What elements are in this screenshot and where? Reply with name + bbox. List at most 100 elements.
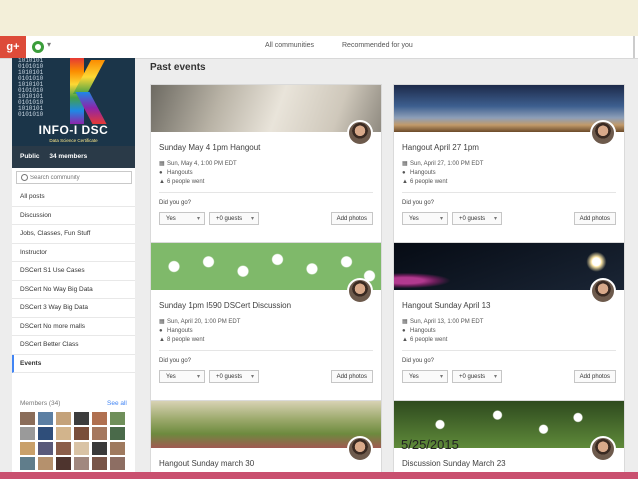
nav-item-all-posts[interactable]: All posts bbox=[12, 188, 135, 207]
event-attendance-text: 6 people went bbox=[410, 337, 448, 343]
divider bbox=[159, 350, 373, 351]
avatar[interactable] bbox=[56, 442, 71, 455]
event-title[interactable]: Sunday May 4 1pm Hangout bbox=[159, 143, 260, 152]
see-all-link[interactable]: See all bbox=[107, 400, 127, 407]
event-card[interactable]: Hangout Sunday march 30 bbox=[150, 400, 382, 472]
person-icon: ▲ bbox=[402, 179, 408, 185]
organizer-avatar[interactable] bbox=[590, 120, 616, 146]
communities-icon[interactable] bbox=[32, 41, 44, 53]
event-card[interactable]: Discussion Sunday March 23 bbox=[393, 400, 625, 472]
avatar[interactable] bbox=[56, 412, 71, 425]
rsvp-dropdown[interactable]: Yes ▾ bbox=[159, 212, 205, 225]
rsvp-value: Yes bbox=[166, 216, 176, 222]
avatar[interactable] bbox=[38, 427, 53, 440]
add-photos-button[interactable]: Add photos bbox=[330, 370, 373, 383]
event-title[interactable]: Sunday 1pm I590 DSCert Discussion bbox=[159, 301, 291, 310]
event-date-text: Sun, April 27, 1:00 PM EDT bbox=[410, 161, 484, 167]
avatar[interactable] bbox=[38, 457, 53, 470]
avatar[interactable] bbox=[38, 442, 53, 455]
nav-item-instructor[interactable]: Instructor bbox=[12, 244, 135, 262]
avatar[interactable] bbox=[74, 457, 89, 470]
chevron-down-icon: ▾ bbox=[250, 374, 254, 380]
avatar[interactable] bbox=[110, 427, 125, 440]
organizer-avatar[interactable] bbox=[347, 278, 373, 304]
attendance-question: Did you go? bbox=[159, 358, 192, 364]
search-input[interactable] bbox=[30, 172, 125, 183]
search-box[interactable] bbox=[16, 171, 132, 184]
event-attendance: ▲ 6 people went bbox=[402, 178, 447, 187]
community-subtitle: Data Science Certificate bbox=[49, 138, 98, 143]
member-avatars bbox=[20, 412, 128, 472]
avatar[interactable] bbox=[110, 457, 125, 470]
event-title[interactable]: Discussion Sunday March 23 bbox=[402, 459, 506, 468]
chevron-down-icon: ▾ bbox=[250, 216, 254, 222]
organizer-avatar[interactable] bbox=[347, 120, 373, 146]
community-meta: Public 34 members bbox=[12, 146, 135, 168]
rsvp-value: Yes bbox=[409, 216, 419, 222]
add-photos-button[interactable]: Add photos bbox=[573, 212, 616, 225]
all-communities-link[interactable]: All communities bbox=[265, 42, 314, 49]
avatar[interactable] bbox=[38, 412, 53, 425]
nav-item-discussion[interactable]: Discussion bbox=[12, 207, 135, 225]
chevron-down-icon: ▾ bbox=[439, 216, 443, 222]
divider bbox=[633, 36, 635, 58]
avatar[interactable] bbox=[20, 427, 35, 440]
guests-dropdown[interactable]: +0 guests ▾ bbox=[209, 212, 259, 225]
rsvp-dropdown[interactable]: Yes ▾ bbox=[402, 370, 448, 383]
slide-footer-bar bbox=[0, 472, 638, 479]
avatar[interactable] bbox=[56, 427, 71, 440]
guests-dropdown[interactable]: +0 guests ▾ bbox=[209, 370, 259, 383]
event-date-text: Sun, May 4, 1:00 PM EDT bbox=[167, 161, 237, 167]
add-photos-button[interactable]: Add photos bbox=[330, 212, 373, 225]
chevron-down-icon[interactable]: ▾ bbox=[47, 40, 51, 49]
avatar[interactable] bbox=[56, 457, 71, 470]
recommended-link[interactable]: Recommended for you bbox=[342, 42, 413, 49]
google-plus-logo[interactable]: g+ bbox=[0, 36, 26, 58]
divider bbox=[402, 350, 616, 351]
avatar[interactable] bbox=[92, 457, 107, 470]
organizer-avatar[interactable] bbox=[590, 436, 616, 462]
category-nav: All posts Discussion Jobs, Classes, Fun … bbox=[12, 188, 135, 373]
event-title[interactable]: Hangout Sunday April 13 bbox=[402, 301, 491, 310]
nav-item-no-way-big-data[interactable]: DSCert No Way Big Data bbox=[12, 281, 135, 299]
rsvp-dropdown[interactable]: Yes ▾ bbox=[402, 212, 448, 225]
location-pin-icon: ● bbox=[402, 170, 406, 176]
avatar[interactable] bbox=[92, 442, 107, 455]
event-photo bbox=[151, 243, 381, 290]
event-date-text: Sun, April 13, 1:00 PM EDT bbox=[410, 319, 484, 325]
event-card[interactable]: Hangout April 27 1pm ▦ Sun, April 27, 1:0… bbox=[393, 84, 625, 259]
event-date: ▦ Sun, May 4, 1:00 PM EDT bbox=[159, 160, 237, 169]
rsvp-dropdown[interactable]: Yes ▾ bbox=[159, 370, 205, 383]
avatar[interactable] bbox=[92, 427, 107, 440]
nav-item-no-more-malls[interactable]: DSCert No more malls bbox=[12, 318, 135, 336]
guests-dropdown[interactable]: +0 guests ▾ bbox=[452, 212, 502, 225]
member-count[interactable]: 34 members bbox=[49, 153, 87, 160]
nav-item-3-way-big-data[interactable]: DSCert 3 Way Big Data bbox=[12, 299, 135, 318]
add-photos-button[interactable]: Add photos bbox=[573, 370, 616, 383]
guests-dropdown[interactable]: +0 guests ▾ bbox=[452, 370, 502, 383]
avatar[interactable] bbox=[20, 412, 35, 425]
event-title[interactable]: Hangout Sunday march 30 bbox=[159, 459, 254, 468]
event-title[interactable]: Hangout April 27 1pm bbox=[402, 143, 479, 152]
community-banner: 1010101 0101010 1010101 0101010 1010101 … bbox=[12, 58, 135, 146]
avatar[interactable] bbox=[74, 427, 89, 440]
avatar[interactable] bbox=[74, 442, 89, 455]
avatar[interactable] bbox=[110, 442, 125, 455]
avatar[interactable] bbox=[92, 412, 107, 425]
avatar[interactable] bbox=[74, 412, 89, 425]
calendar-icon: ▦ bbox=[159, 161, 165, 167]
event-attendance: ▲ 8 people went bbox=[159, 336, 204, 345]
organizer-avatar[interactable] bbox=[590, 278, 616, 304]
avatar[interactable] bbox=[110, 412, 125, 425]
organizer-avatar[interactable] bbox=[347, 436, 373, 462]
avatar[interactable] bbox=[20, 457, 35, 470]
nav-item-use-cases[interactable]: DSCert S1 Use Cases bbox=[12, 262, 135, 281]
avatar[interactable] bbox=[20, 442, 35, 455]
nav-item-jobs[interactable]: Jobs, Classes, Fun Stuff bbox=[12, 225, 135, 244]
event-card[interactable]: Sunday May 4 1pm Hangout ▦ Sun, May 4, 1:… bbox=[150, 84, 382, 259]
nav-item-events[interactable]: Events bbox=[12, 354, 135, 373]
search-icon bbox=[21, 174, 28, 181]
event-card[interactable]: Hangout Sunday April 13 ▦ Sun, April 13, … bbox=[393, 242, 625, 417]
event-card[interactable]: Sunday 1pm I590 DSCert Discussion ▦ Sun, … bbox=[150, 242, 382, 417]
nav-item-better-class[interactable]: DSCert Better Class bbox=[12, 336, 135, 355]
